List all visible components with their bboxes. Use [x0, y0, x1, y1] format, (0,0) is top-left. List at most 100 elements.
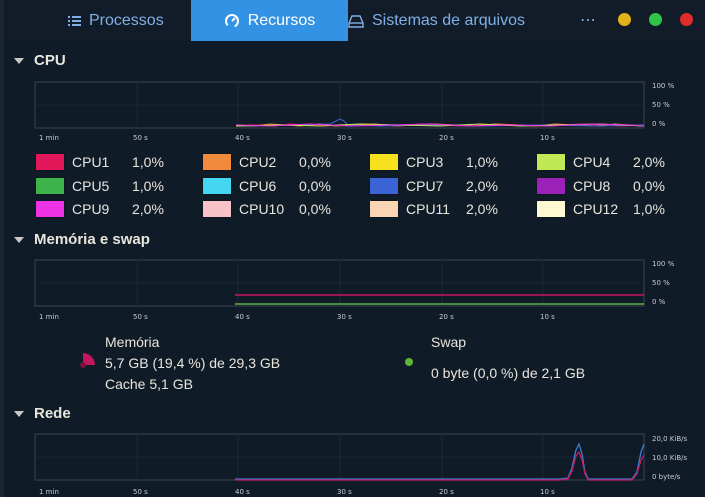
cpu-y-tick: 0 %	[652, 120, 666, 128]
color-swatch[interactable]	[35, 200, 65, 218]
cpu-legend-item[interactable]: CPU7 2,0%	[369, 176, 498, 196]
network-x-tick: 20 s	[439, 488, 454, 496]
memory-x-tick: 20 s	[439, 313, 454, 321]
color-swatch[interactable]	[202, 153, 232, 171]
cpu-x-tick: 1 min	[39, 134, 59, 142]
cpu-usage: 0,0%	[299, 154, 331, 170]
cpu-x-ticks: 1 min 50 s 40 s 30 s 20 s 10 s	[39, 134, 555, 142]
network-x-tick: 10 s	[540, 488, 555, 496]
cpu-usage: 0,0%	[633, 178, 665, 194]
network-section-header[interactable]: Rede	[14, 405, 71, 422]
cpu-name: CPU1	[72, 154, 110, 170]
cpu-name: CPU4	[573, 154, 611, 170]
cpu-y-ticks: 100 % 50 % 0 %	[652, 82, 675, 128]
collapse-triangle-icon	[14, 236, 24, 243]
cpu-usage: 1,0%	[132, 154, 164, 170]
cpu-x-tick: 30 s	[337, 134, 352, 142]
memory-x-tick: 1 min	[39, 313, 59, 321]
memory-x-ticks: 1 min 50 s 40 s 30 s 20 s 10 s	[39, 313, 555, 321]
cpu-legend-item[interactable]: CPU2 0,0%	[202, 152, 331, 172]
memory-cache: Cache 5,1 GB	[105, 376, 193, 392]
cpu-usage: 2,0%	[633, 154, 665, 170]
collapse-triangle-icon	[14, 410, 24, 417]
network-x-tick: 40 s	[235, 488, 250, 496]
memory-graph: 1 min 50 s 40 s 30 s 20 s 10 s 100 % 50 …	[34, 259, 675, 321]
cpu-legend-item[interactable]: CPU12 1,0%	[536, 199, 665, 219]
color-swatch[interactable]	[369, 177, 399, 195]
cpu-usage: 0,0%	[299, 178, 331, 194]
memory-x-tick: 50 s	[133, 313, 148, 321]
cpu-y-tick: 100 %	[652, 82, 675, 90]
cpu-legend-item[interactable]: CPU6 0,0%	[202, 176, 331, 196]
cpu-name: CPU7	[406, 178, 444, 194]
memory-label: Memória	[105, 334, 160, 350]
color-swatch[interactable]	[369, 200, 399, 218]
cpu-usage: 1,0%	[132, 178, 164, 194]
memory-value: 5,7 GB (19,4 %) de 29,3 GB	[105, 355, 281, 371]
cpu-name: CPU9	[72, 201, 110, 217]
memory-y-ticks: 100 % 50 % 0 %	[652, 260, 675, 306]
cpu-name: CPU11	[406, 201, 451, 217]
network-graph: 1 min 50 s 40 s 30 s 20 s 10 s 20,0 KiB/…	[34, 433, 688, 496]
swap-value: 0 byte (0,0 %) de 2,1 GB	[431, 365, 586, 381]
network-section-title: Rede	[34, 405, 71, 422]
color-swatch[interactable]	[536, 153, 566, 171]
cpu-legend-item[interactable]: CPU11 2,0%	[369, 199, 498, 219]
network-y-ticks: 20,0 KiB/s 10,0 KiB/s 0 byte/s	[652, 435, 688, 481]
cpu-name: CPU5	[72, 178, 110, 194]
cpu-legend-item[interactable]: CPU3 1,0%	[369, 152, 498, 172]
network-x-ticks: 1 min 50 s 40 s 30 s 20 s 10 s	[39, 488, 555, 496]
memory-x-tick: 40 s	[235, 313, 250, 321]
cpu-usage: 2,0%	[466, 201, 498, 217]
memory-section-header[interactable]: Memória e swap	[14, 231, 150, 248]
network-x-tick: 1 min	[39, 488, 59, 496]
network-x-tick: 50 s	[133, 488, 148, 496]
cpu-legend-item[interactable]: CPU10 0,0%	[202, 199, 331, 219]
cpu-usage: 2,0%	[132, 201, 164, 217]
cpu-name: CPU12	[573, 201, 619, 217]
memory-section-title: Memória e swap	[34, 231, 150, 248]
cpu-name: CPU3	[406, 154, 444, 170]
memory-y-tick: 0 %	[652, 298, 666, 306]
network-y-tick: 20,0 KiB/s	[652, 435, 688, 443]
cpu-usage: 1,0%	[633, 201, 665, 217]
cpu-name: CPU6	[239, 178, 277, 194]
color-swatch[interactable]	[536, 200, 566, 218]
memory-x-tick: 30 s	[337, 313, 352, 321]
cpu-name: CPU8	[573, 178, 611, 194]
cpu-usage: 1,0%	[466, 154, 498, 170]
network-y-tick: 0 byte/s	[652, 473, 681, 481]
cpu-x-tick: 50 s	[133, 134, 148, 142]
cpu-name: CPU10	[239, 201, 285, 217]
cpu-x-tick: 40 s	[235, 134, 250, 142]
cpu-name: CPU2	[239, 154, 277, 170]
memory-x-tick: 10 s	[540, 313, 555, 321]
color-swatch[interactable]	[536, 177, 566, 195]
cpu-legend-item[interactable]: CPU9 2,0%	[35, 199, 164, 219]
color-swatch[interactable]	[202, 200, 232, 218]
swap-label: Swap	[431, 334, 467, 350]
memory-y-tick: 50 %	[652, 279, 670, 287]
swap-info: Swap 0 byte (0,0 %) de 2,1 GB	[431, 332, 585, 384]
cpu-legend-item[interactable]: CPU4 2,0%	[536, 152, 665, 172]
memory-pie-icon[interactable]	[79, 351, 97, 374]
cpu-usage: 2,0%	[466, 178, 498, 194]
color-swatch[interactable]	[35, 153, 65, 171]
cpu-graph: 1 min 50 s 40 s 30 s 20 s 10 s 100 % 50 …	[34, 81, 675, 142]
cpu-legend-item[interactable]: CPU5 1,0%	[35, 176, 164, 196]
cpu-usage: 0,0%	[299, 201, 331, 217]
cpu-legend-item[interactable]: CPU8 0,0%	[536, 176, 665, 196]
color-swatch[interactable]	[369, 153, 399, 171]
cpu-y-tick: 50 %	[652, 101, 670, 109]
network-y-tick: 10,0 KiB/s	[652, 454, 688, 462]
graphs-layer: 1 min 50 s 40 s 30 s 20 s 10 s 100 % 50 …	[34, 81, 688, 496]
cpu-legend-item[interactable]: CPU1 1,0%	[35, 152, 164, 172]
memory-info: Memória 5,7 GB (19,4 %) de 29,3 GB Cache…	[105, 332, 280, 395]
cpu-x-tick: 10 s	[540, 134, 555, 142]
network-x-tick: 30 s	[337, 488, 352, 496]
color-swatch[interactable]	[35, 177, 65, 195]
cpu-x-tick: 20 s	[439, 134, 454, 142]
swap-dot-icon[interactable]	[405, 358, 413, 366]
memory-y-tick: 100 %	[652, 260, 675, 268]
color-swatch[interactable]	[202, 177, 232, 195]
